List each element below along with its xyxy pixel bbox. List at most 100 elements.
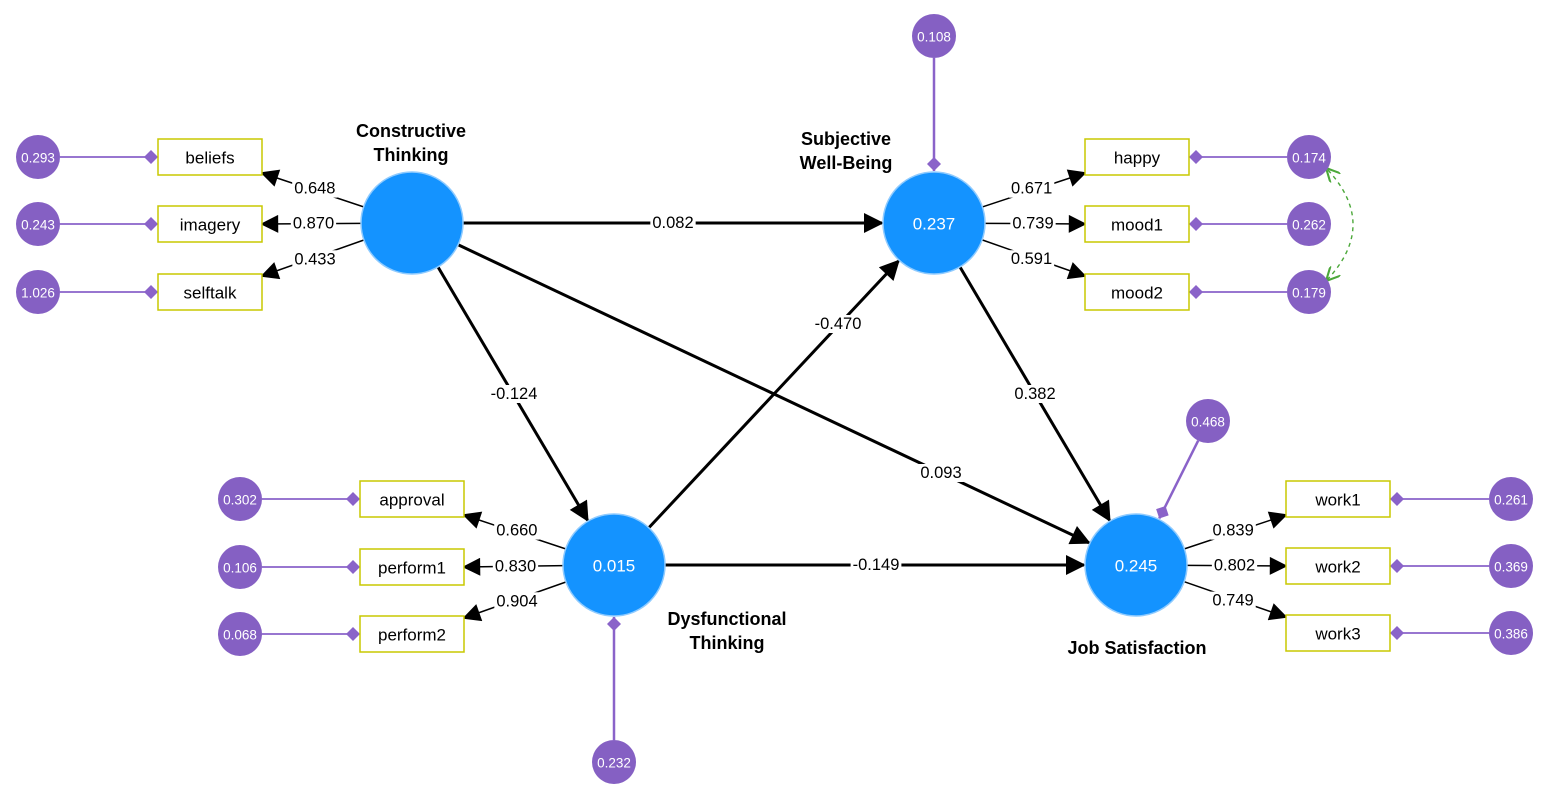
- latent-variable-js[interactable]: 0.245: [1084, 513, 1188, 617]
- indicator-label: mood1: [1111, 216, 1163, 235]
- error-variance-value: 0.261: [1494, 493, 1528, 508]
- indicator-label: perform2: [378, 626, 446, 645]
- r-squared-value: 0.245: [1115, 557, 1158, 576]
- error-term-perform1[interactable]: 0.106: [218, 545, 262, 589]
- loading-value: 0.660: [496, 522, 537, 540]
- loading-value: 0.870: [293, 215, 334, 233]
- error-term-perform2[interactable]: 0.068: [218, 612, 262, 656]
- indicator-work1[interactable]: work1: [1285, 480, 1391, 518]
- indicator-label: selftalk: [184, 284, 237, 303]
- error-term-approval[interactable]: 0.302: [218, 477, 262, 521]
- indicator-work2[interactable]: work2: [1285, 547, 1391, 585]
- indicator-label: happy: [1114, 149, 1161, 168]
- error-term-work1[interactable]: 0.261: [1489, 477, 1533, 521]
- disturbance-variance-value: 0.108: [917, 30, 951, 45]
- error-term-mood1[interactable]: 0.262: [1287, 202, 1331, 246]
- path-coefficient: -0.124: [491, 385, 538, 403]
- indicator-label: work1: [1314, 491, 1360, 510]
- indicator-happy[interactable]: happy: [1084, 138, 1190, 176]
- disturbance-term-dt[interactable]: 0.232: [592, 740, 636, 784]
- error-term-happy[interactable]: 0.174: [1287, 135, 1331, 179]
- loading-value-group: 0.904: [494, 592, 540, 611]
- error-variance-value: 0.293: [21, 151, 55, 166]
- path-coefficient-group: -0.149: [850, 556, 902, 574]
- indicator-perform2[interactable]: perform2: [359, 615, 465, 653]
- indicator-label: mood2: [1111, 284, 1163, 303]
- path-coefficient: 0.382: [1014, 385, 1055, 403]
- disturbance-variance-value: 0.468: [1191, 415, 1225, 430]
- path-coefficient-group: -0.470: [812, 315, 864, 333]
- latent-circle[interactable]: [360, 171, 464, 275]
- indicator-label: approval: [379, 491, 444, 510]
- loading-value-group: 0.802: [1211, 556, 1258, 575]
- loading-value-group: 0.433: [292, 250, 338, 269]
- disturbance-term-js[interactable]: 0.468: [1186, 399, 1230, 443]
- loading-value-group: 0.671: [1009, 179, 1055, 198]
- path-coefficient-group: -0.124: [488, 385, 540, 403]
- path-coefficient: -0.470: [815, 315, 862, 333]
- indicator-imagery[interactable]: imagery: [157, 205, 263, 243]
- structural-path-dt-to-swb[interactable]: [647, 259, 900, 529]
- loading-value-group: 0.870: [290, 214, 337, 233]
- loading-value-group: 0.839: [1210, 521, 1256, 540]
- indicator-mood1[interactable]: mood1: [1084, 205, 1190, 243]
- indicator-label: work3: [1314, 625, 1360, 644]
- loading-value: 0.671: [1011, 180, 1052, 198]
- disturbance-term-swb[interactable]: 0.108: [912, 14, 956, 58]
- indicator-work3[interactable]: work3: [1285, 614, 1391, 652]
- indicator-label: work2: [1314, 558, 1360, 577]
- sem-path-diagram: beliefs 0.293 imagery 0.243 selftalk 1.026 hap…: [16, 14, 1533, 784]
- latent-variable-swb[interactable]: 0.237: [882, 171, 986, 275]
- latent-variable-ct[interactable]: [360, 171, 464, 275]
- error-variance-value: 0.243: [21, 218, 55, 233]
- error-variance-value: 0.369: [1494, 560, 1528, 575]
- loading-value-group: 0.830: [492, 557, 539, 576]
- latent-variable-label: Thinking: [690, 633, 765, 653]
- error-variance-value: 0.386: [1494, 627, 1528, 642]
- error-variance-value: 0.179: [1292, 286, 1326, 301]
- error-variance-value: 0.302: [223, 493, 257, 508]
- error-term-work2[interactable]: 0.369: [1489, 544, 1533, 588]
- latent-variable-label: Constructive: [356, 121, 466, 141]
- error-term-work3[interactable]: 0.386: [1489, 611, 1533, 655]
- loading-value: 0.739: [1012, 215, 1053, 233]
- path-coefficient: 0.093: [920, 464, 961, 482]
- error-variance-value: 0.106: [223, 561, 257, 576]
- loading-value-group: 0.591: [1008, 250, 1055, 269]
- indicator-label: beliefs: [185, 149, 234, 168]
- indicator-approval[interactable]: approval: [359, 480, 465, 518]
- error-term-imagery[interactable]: 0.243: [16, 202, 60, 246]
- error-variance-value: 0.262: [1292, 218, 1326, 233]
- disturbance-path-js[interactable]: [1156, 440, 1200, 520]
- error-term-selftalk[interactable]: 1.026: [16, 270, 60, 314]
- latent-variable-label: Job Satisfaction: [1067, 638, 1206, 658]
- indicator-perform1[interactable]: perform1: [359, 548, 465, 586]
- loading-value: 0.749: [1212, 592, 1253, 610]
- loading-value: 0.591: [1011, 250, 1052, 268]
- indicator-label: perform1: [378, 559, 446, 578]
- indicator-selftalk[interactable]: selftalk: [157, 273, 263, 311]
- loading-value-group: 0.660: [494, 521, 540, 540]
- loading-value-group: 0.739: [1010, 214, 1056, 233]
- disturbance-variance-value: 0.232: [597, 756, 631, 771]
- loading-value: 0.830: [495, 557, 536, 575]
- indicator-label: imagery: [180, 216, 241, 235]
- latent-variable-label: Subjective: [801, 129, 891, 149]
- path-coefficient-group: 0.093: [918, 464, 964, 482]
- latent-variable-label: Well-Being: [800, 153, 893, 173]
- loading-value: 0.802: [1214, 557, 1255, 575]
- error-variance-value: 0.174: [1292, 151, 1326, 166]
- latent-variable-label: Thinking: [374, 145, 449, 165]
- loading-value: 0.433: [294, 250, 335, 268]
- error-term-beliefs[interactable]: 0.293: [16, 135, 60, 179]
- latent-variable-dt[interactable]: 0.015: [562, 513, 666, 617]
- loading-value: 0.839: [1213, 522, 1254, 540]
- indicator-beliefs[interactable]: beliefs: [157, 138, 263, 176]
- indicator-mood2[interactable]: mood2: [1084, 273, 1190, 311]
- loading-value: 0.904: [496, 592, 537, 610]
- error-term-mood2[interactable]: 0.179: [1287, 270, 1331, 314]
- loading-value-group: 0.648: [292, 179, 338, 198]
- error-variance-value: 0.068: [223, 628, 257, 643]
- latent-variable-label: Dysfunctional: [667, 609, 786, 629]
- path-coefficient-group: 0.082: [650, 214, 696, 232]
